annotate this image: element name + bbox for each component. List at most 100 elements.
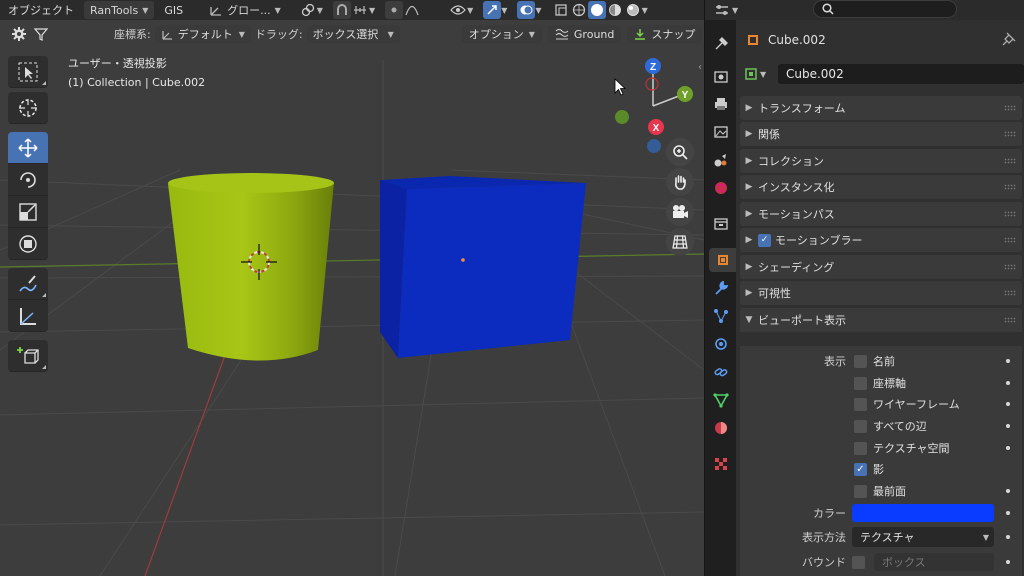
display-as-dropdown[interactable]: テクスチャ ▼ [852,527,994,547]
drag-handle-icon[interactable] [1004,158,1016,164]
tab-tool[interactable] [709,32,733,56]
pan-button[interactable] [666,168,694,196]
tab-world[interactable] [709,176,733,200]
show-texture-space-checkbox[interactable] [854,442,867,455]
drag-handle-icon[interactable] [1004,290,1016,296]
proportional-edit-icon[interactable] [385,1,404,19]
tab-output[interactable] [709,92,733,116]
tab-object[interactable] [709,248,737,272]
transform-orientation-dropdown[interactable]: グロー... ▼ [203,1,287,19]
drag-handle-icon[interactable] [1004,237,1016,243]
measure-tool[interactable] [8,300,48,332]
overlays-icon[interactable] [517,1,536,19]
keyframe-dot-icon[interactable] [1006,535,1010,539]
xray-toggle-icon[interactable] [552,1,570,19]
shading-wireframe-icon[interactable] [570,1,588,19]
mode-menu[interactable]: オブジェクト [0,2,82,18]
addon-rantools-menu[interactable]: RanTools ▼ [84,1,155,19]
chevron-down-icon[interactable]: ▼ [467,6,473,15]
drag-handle-icon[interactable] [1004,105,1016,111]
panel-motion-paths[interactable]: ▶ モーションパス [740,202,1022,226]
camera-view-button[interactable] [666,198,694,226]
add-cube-tool[interactable] [8,340,48,372]
panel-transform[interactable]: ▶ トランスフォーム [740,96,1022,120]
panel-motion-blur[interactable]: ▶ ✓ モーションブラー [740,228,1022,252]
select-box-tool[interactable] [8,56,48,88]
drag-handle-icon[interactable] [1004,211,1016,217]
gear-icon[interactable] [8,24,30,44]
editor-type-selector[interactable]: ▼ [711,1,747,19]
coord-system-dropdown[interactable]: デフォルト ▼ [154,25,251,43]
object-type-selector[interactable]: ▼ [744,66,772,82]
transform-tool[interactable] [8,228,48,260]
tab-data[interactable] [709,388,733,412]
tab-render[interactable] [709,64,733,88]
drag-handle-icon[interactable] [1004,184,1016,190]
drag-handle-icon[interactable] [1004,264,1016,270]
shading-rendered-icon[interactable] [624,1,642,19]
keyframe-dot-icon[interactable] [1006,381,1010,385]
filter-icon[interactable] [30,24,52,44]
panel-shading[interactable]: ▶ シェーディング [740,255,1022,279]
visibility-eye-icon[interactable] [449,1,467,19]
bounds-checkbox[interactable] [852,556,865,569]
tab-material[interactable] [709,416,733,440]
ortho-toggle-button[interactable] [666,228,694,256]
gizmo-toggle-icon[interactable] [483,1,502,19]
keyframe-dot-icon[interactable] [1006,511,1010,515]
tab-collection[interactable] [709,212,733,236]
keyframe-dot-icon[interactable] [1006,560,1010,564]
move-tool[interactable] [8,132,48,164]
falloff-curve-icon[interactable] [403,1,421,19]
scale-tool[interactable] [8,196,48,228]
chevron-down-icon[interactable]: ▼ [369,6,375,15]
properties-search-input[interactable] [813,0,957,18]
keyframe-dot-icon[interactable] [1006,489,1010,493]
color-swatch[interactable] [852,504,994,522]
snap-toggle-icon[interactable] [332,1,351,19]
shading-material-icon[interactable] [606,1,624,19]
zoom-button[interactable] [666,138,694,166]
chevron-down-icon[interactable]: ▼ [501,6,507,15]
panel-viewport-display[interactable]: ▼ ビューポート表示 [740,308,1022,332]
cursor-tool[interactable] [8,92,48,124]
sidebar-toggle-icon[interactable]: ‹ [698,62,702,73]
drag-handle-icon[interactable] [1004,131,1016,137]
show-shadow-checkbox[interactable]: ✓ [854,463,867,476]
keyframe-dot-icon[interactable] [1006,359,1010,363]
show-name-checkbox[interactable] [854,355,867,368]
tab-view-layer[interactable] [709,120,733,144]
keyframe-dot-icon[interactable] [1006,446,1010,450]
panel-relations[interactable]: ▶ 関係 [740,122,1022,146]
pivot-point-icon[interactable] [299,1,317,19]
chevron-down-icon[interactable]: ▼ [535,6,541,15]
options-dropdown[interactable]: オプション ▼ [461,25,542,43]
tab-scene[interactable] [709,148,733,172]
panel-visibility[interactable]: ▶ 可視性 [740,281,1022,305]
tab-texture[interactable] [709,452,733,476]
motion-blur-checkbox[interactable]: ✓ [758,233,771,247]
chevron-down-icon[interactable]: ▼ [642,6,648,15]
3d-viewport[interactable]: 座標系: デフォルト ▼ ドラッグ: ボックス選択 ▼ オプション ▼ Grou… [0,20,704,576]
tab-constraints[interactable] [709,360,733,384]
object-name-field[interactable]: Cube.002 [778,64,1024,84]
tab-modifiers[interactable] [709,276,733,300]
drag-dropdown[interactable]: ボックス選択 ▼ [306,25,400,43]
show-wireframe-checkbox[interactable] [854,398,867,411]
viewport-scene[interactable] [0,20,704,576]
panel-instancing[interactable]: ▶ インスタンス化 [740,175,1022,199]
annotate-tool[interactable] [8,268,48,300]
chevron-down-icon[interactable]: ▼ [317,6,323,15]
tab-particles[interactable] [709,304,733,328]
snap-increment-icon[interactable] [351,1,369,19]
panel-collections[interactable]: ▶ コレクション [740,149,1022,173]
addon-gis-menu[interactable]: GIS [156,4,191,17]
keyframe-dot-icon[interactable] [1006,402,1010,406]
tab-physics[interactable] [709,332,733,356]
drag-handle-icon[interactable] [1004,317,1016,323]
show-in-front-checkbox[interactable] [854,485,867,498]
ground-button[interactable]: Ground [547,25,622,43]
shading-solid-icon[interactable] [587,1,606,19]
rotate-tool[interactable] [8,164,48,196]
show-axes-checkbox[interactable] [854,377,867,390]
